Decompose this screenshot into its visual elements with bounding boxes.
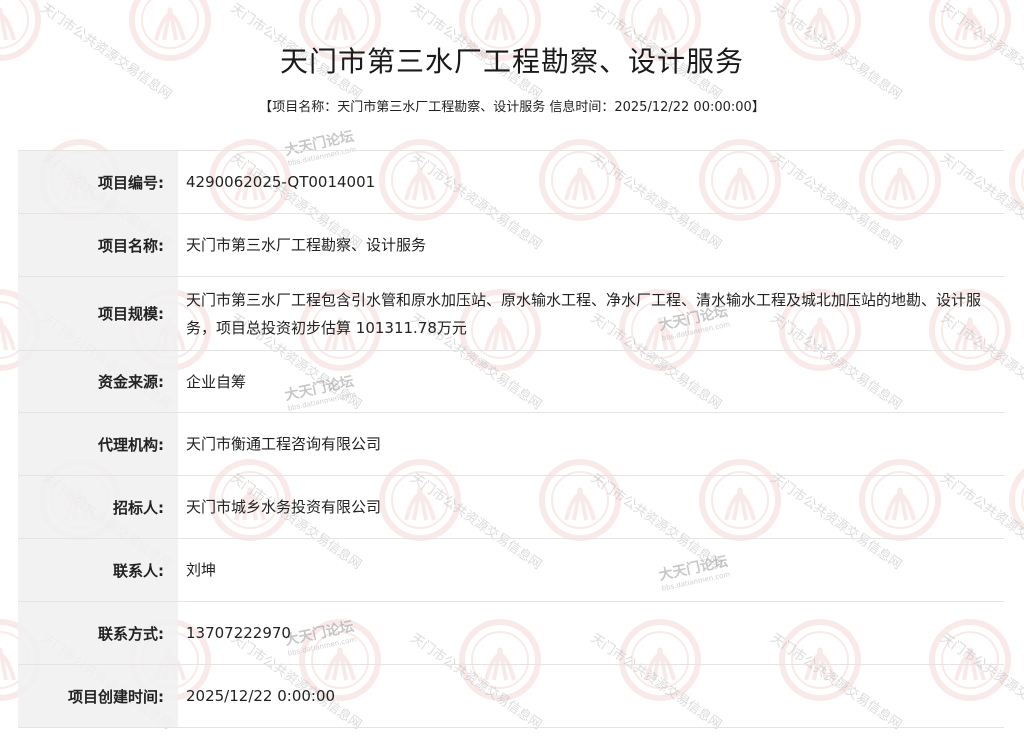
subtitle-close-bracket: 】 bbox=[751, 100, 765, 115]
row-value-created-time: 2025/12/22 0:00:00 bbox=[178, 664, 1004, 728]
row-label-tenderer: 招标人: bbox=[18, 475, 178, 539]
project-info-table: 项目编号: 4290062025-QT0014001 项目名称: 天门市第三水厂… bbox=[18, 150, 1004, 728]
row-label-project-scale: 项目规模: bbox=[18, 276, 178, 351]
row-value-tenderer: 天门市城乡水务投资有限公司 bbox=[178, 475, 1004, 539]
table-row: 招标人: 天门市城乡水务投资有限公司 bbox=[18, 475, 1004, 539]
subtitle-open-bracket: 【 bbox=[259, 100, 273, 115]
row-label-agency: 代理机构: bbox=[18, 412, 178, 476]
table-row: 项目名称: 天门市第三水厂工程勘察、设计服务 bbox=[18, 213, 1004, 277]
row-label-created-time: 项目创建时间: bbox=[18, 664, 178, 728]
table-row: 项目创建时间: 2025/12/22 0:00:00 bbox=[18, 664, 1004, 728]
row-value-project-code: 4290062025-QT0014001 bbox=[178, 150, 1004, 214]
subtitle-name-label: 项目名称： bbox=[272, 100, 338, 115]
row-value-project-name: 天门市第三水厂工程勘察、设计服务 bbox=[178, 213, 1004, 277]
row-label-fund-source: 资金来源: bbox=[18, 350, 178, 413]
table-row: 项目编号: 4290062025-QT0014001 bbox=[18, 150, 1004, 214]
row-value-contact-phone: 13707222970 bbox=[178, 601, 1004, 665]
row-label-contact-person: 联系人: bbox=[18, 538, 178, 602]
page-subtitle: 【项目名称：天门市第三水厂工程勘察、设计服务 信息时间：2025/12/22 0… bbox=[0, 96, 1024, 115]
subtitle-time-value: 2025/12/22 00:00:00 bbox=[614, 100, 752, 115]
subtitle-name-value: 天门市第三水厂工程勘察、设计服务 bbox=[337, 100, 546, 115]
row-label-project-name: 项目名称: bbox=[18, 213, 178, 277]
page-title: 天门市第三水厂工程勘察、设计服务 bbox=[279, 45, 744, 78]
row-label-contact-phone: 联系方式: bbox=[18, 601, 178, 665]
row-value-fund-source: 企业自筹 bbox=[178, 350, 1004, 413]
table-row: 联系方式: 13707222970 bbox=[18, 601, 1004, 665]
row-value-agency: 天门市衡通工程咨询有限公司 bbox=[178, 412, 1004, 476]
row-label-project-code: 项目编号: bbox=[18, 150, 178, 214]
row-value-project-scale: 天门市第三水厂工程包含引水管和原水加压站、原水输水工程、净水厂工程、清水输水工程… bbox=[178, 276, 1004, 351]
table-row: 项目规模: 天门市第三水厂工程包含引水管和原水加压站、原水输水工程、净水厂工程、… bbox=[18, 276, 1004, 351]
table-row: 代理机构: 天门市衡通工程咨询有限公司 bbox=[18, 412, 1004, 476]
table-row: 资金来源: 企业自筹 bbox=[18, 350, 1004, 413]
row-value-contact-person: 刘坤 bbox=[178, 538, 1004, 602]
table-row: 联系人: 刘坤 bbox=[18, 538, 1004, 602]
notice-page: 天门市第三水厂工程勘察、设计服务 【项目名称：天门市第三水厂工程勘察、设计服务 … bbox=[0, 0, 1024, 749]
subtitle-time-label: 信息时间： bbox=[545, 100, 615, 115]
